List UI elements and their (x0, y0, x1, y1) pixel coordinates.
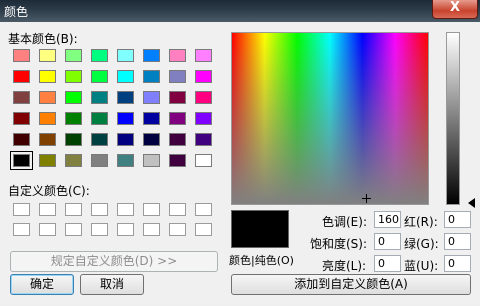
define-custom-colors-button[interactable]: 规定自定义颜色(D) >> (10, 251, 218, 272)
basic-colors-label: 基本颜色(B): (8, 32, 78, 46)
add-to-custom-colors-button[interactable]: 添加到自定义颜色(A) (231, 274, 471, 295)
basic-color-swatch[interactable] (39, 133, 56, 146)
basic-color-swatch[interactable] (13, 70, 30, 83)
color-dialog: 基本颜色(B): 自定义颜色(C): 规定自定义颜色(D) >> 确定 取消 颜… (0, 22, 480, 306)
hue-label: 色调(E): (322, 215, 367, 229)
basic-color-swatch[interactable] (143, 133, 160, 146)
blue-label: 蓝(U): (404, 259, 439, 273)
basic-color-swatch[interactable] (91, 154, 108, 167)
custom-color-swatch[interactable] (39, 203, 56, 216)
custom-color-swatch[interactable] (65, 203, 82, 216)
basic-color-swatch[interactable] (39, 154, 56, 167)
basic-color-swatch[interactable] (169, 91, 186, 104)
basic-color-swatch[interactable] (117, 49, 134, 62)
custom-color-swatch[interactable] (91, 203, 108, 216)
custom-colors-label: 自定义颜色(C): (8, 184, 90, 198)
basic-color-swatch[interactable] (13, 49, 30, 62)
saturation-input[interactable]: 0 (374, 233, 401, 250)
luminance-arrow-icon[interactable] (468, 198, 475, 208)
basic-color-swatch[interactable] (39, 70, 56, 83)
basic-color-swatch[interactable] (91, 70, 108, 83)
custom-color-swatch[interactable] (143, 223, 160, 236)
basic-color-swatch[interactable] (169, 154, 186, 167)
basic-color-swatch[interactable] (169, 49, 186, 62)
basic-color-swatch[interactable] (39, 112, 56, 125)
close-button[interactable]: X (432, 0, 478, 19)
basic-color-swatch[interactable] (91, 112, 108, 125)
basic-color-swatch[interactable] (169, 133, 186, 146)
basic-color-swatch[interactable] (143, 154, 160, 167)
custom-color-swatch[interactable] (195, 223, 212, 236)
basic-color-swatch[interactable] (117, 112, 134, 125)
basic-color-swatch[interactable] (39, 49, 56, 62)
basic-color-swatch[interactable] (195, 49, 212, 62)
custom-color-swatch[interactable] (195, 203, 212, 216)
basic-color-swatch[interactable] (169, 70, 186, 83)
luminance-slider[interactable] (446, 32, 460, 205)
custom-color-swatch[interactable] (91, 223, 108, 236)
window-title: 颜色 (4, 5, 29, 19)
red-label: 红(R): (404, 215, 438, 229)
saturation-label: 饱和度(S): (310, 237, 368, 251)
basic-color-swatch[interactable] (143, 112, 160, 125)
basic-color-swatch[interactable] (13, 91, 30, 104)
color-spectrum[interactable] (231, 32, 429, 205)
luminance-label: 亮度(L): (322, 259, 367, 273)
basic-color-swatch[interactable] (195, 91, 212, 104)
basic-color-swatch[interactable] (13, 133, 30, 146)
red-input[interactable]: 0 (444, 211, 471, 228)
basic-color-swatch[interactable] (169, 112, 186, 125)
basic-color-swatch[interactable] (13, 112, 30, 125)
hue-input[interactable]: 160 (374, 211, 401, 228)
basic-color-swatch[interactable] (65, 112, 82, 125)
spectrum-crosshair[interactable] (362, 194, 371, 203)
basic-color-swatch[interactable] (65, 70, 82, 83)
basic-color-swatch[interactable] (143, 70, 160, 83)
custom-color-swatch[interactable] (117, 203, 134, 216)
close-icon: X (449, 0, 461, 15)
blue-input[interactable]: 0 (444, 255, 471, 272)
custom-color-swatch[interactable] (169, 223, 186, 236)
basic-color-swatch[interactable] (65, 154, 82, 167)
basic-color-swatch[interactable] (65, 133, 82, 146)
basic-color-swatch[interactable] (143, 49, 160, 62)
green-label: 绿(G): (404, 237, 439, 251)
basic-color-swatch[interactable] (117, 133, 134, 146)
cancel-button[interactable]: 取消 (80, 274, 144, 295)
custom-color-swatch[interactable] (169, 203, 186, 216)
green-input[interactable]: 0 (444, 233, 471, 250)
basic-color-swatch[interactable] (117, 70, 134, 83)
color-solid-label: 颜色|纯色(O) (229, 254, 294, 267)
basic-color-swatch[interactable] (10, 151, 33, 170)
ok-button[interactable]: 确定 (10, 274, 74, 295)
custom-color-swatch[interactable] (143, 203, 160, 216)
custom-color-swatch[interactable] (65, 223, 82, 236)
color-preview (231, 210, 289, 248)
custom-color-swatch[interactable] (13, 223, 30, 236)
basic-color-swatch[interactable] (195, 154, 212, 167)
basic-color-swatch[interactable] (143, 91, 160, 104)
basic-color-swatch[interactable] (91, 133, 108, 146)
custom-color-swatch[interactable] (39, 223, 56, 236)
title-bar: 颜色 X (0, 0, 480, 22)
basic-color-swatch[interactable] (117, 154, 134, 167)
basic-color-swatch[interactable] (65, 49, 82, 62)
basic-color-swatch[interactable] (91, 91, 108, 104)
basic-color-swatch[interactable] (39, 91, 56, 104)
custom-color-swatch[interactable] (13, 203, 30, 216)
basic-color-swatch[interactable] (195, 133, 212, 146)
basic-color-swatch[interactable] (91, 49, 108, 62)
basic-color-swatch[interactable] (195, 70, 212, 83)
basic-color-swatch[interactable] (195, 112, 212, 125)
custom-color-swatch[interactable] (117, 223, 134, 236)
basic-color-swatch[interactable] (117, 91, 134, 104)
basic-color-swatch[interactable] (65, 91, 82, 104)
luminance-input[interactable]: 0 (374, 255, 401, 272)
